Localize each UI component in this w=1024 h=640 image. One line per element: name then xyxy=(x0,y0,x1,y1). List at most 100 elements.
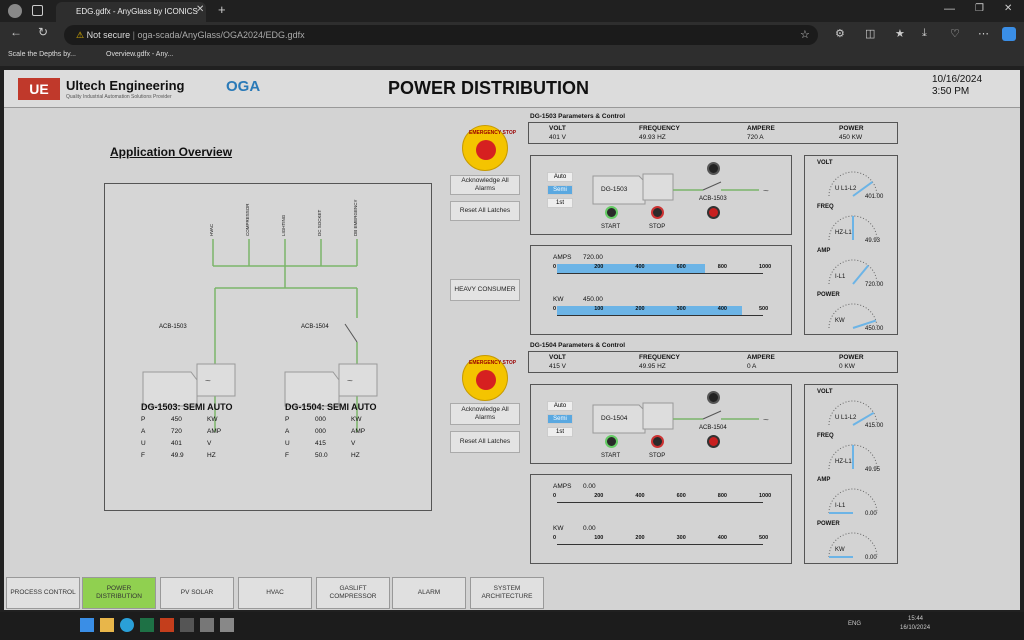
favorites-icon[interactable]: ★ xyxy=(895,27,905,40)
copilot-icon[interactable] xyxy=(1002,27,1016,41)
svg-text:~: ~ xyxy=(205,376,211,387)
param-value-ampere: 720 A xyxy=(747,134,764,141)
gauge-panel: VOLT U L1-L2 401.00 FREQ HZ-L1 49.93 AMP I-L1 72… xyxy=(804,155,898,335)
svg-text:~: ~ xyxy=(763,186,769,197)
nav-pv-solar[interactable]: PV SOLAR xyxy=(160,577,234,609)
gauge-label: U L1-L2 xyxy=(835,415,857,421)
dg1-title: DG-1503 Parameters & Control xyxy=(530,113,626,120)
menu-dots-icon[interactable]: ⋯ xyxy=(978,27,989,40)
bar-axis xyxy=(557,315,763,316)
back-icon[interactable]: ← xyxy=(10,25,22,39)
heart-icon[interactable]: ♡ xyxy=(950,27,960,40)
start-button[interactable] xyxy=(605,206,618,219)
bar-tick-label: 300 xyxy=(676,306,686,312)
reading-value: 401 xyxy=(171,440,182,447)
nav-hvac[interactable]: HVAC xyxy=(238,577,312,609)
browser-tab[interactable]: EDG.gdfx - AnyGlass by ICONICS xyxy=(56,2,206,22)
refresh-icon[interactable]: ↻ xyxy=(38,25,48,39)
bar-tick-label: 400 xyxy=(717,535,727,541)
bar-tick-label: 0 xyxy=(553,493,557,499)
favorite-star-icon[interactable]: ☆ xyxy=(800,28,810,41)
bar-tick-label: 0 xyxy=(553,535,557,541)
ack-alarms-button-2[interactable]: Acknowledge All Alarms xyxy=(450,403,520,425)
param-table: VOLT 415 V FREQUENCY 49.95 HZ AMPERE 0 A POWER… xyxy=(528,351,898,373)
taskbar-date[interactable]: 16/10/2024 xyxy=(900,625,930,631)
bar-label: AMPS xyxy=(553,254,572,261)
reset-latches-button-2[interactable]: Reset All Latches xyxy=(450,431,520,453)
breaker-status-icon xyxy=(707,162,720,175)
overview-title: Application Overview xyxy=(110,145,233,159)
reading-value: 450 xyxy=(171,416,182,423)
ultech-logo-icon: UE xyxy=(18,78,60,100)
ack-alarms-button-1[interactable]: Acknowledge All Alarms xyxy=(450,175,520,195)
gen1-status-title: DG-1503: SEMI AUTO xyxy=(141,402,233,412)
bar-tick-label: 100 xyxy=(594,306,604,312)
estop-2-icon xyxy=(476,370,496,390)
estop-1-button[interactable]: EMERGENCY STOP xyxy=(462,125,516,171)
feeder-lighting-label: LIGHTING xyxy=(281,214,286,236)
nav-system-architecture[interactable]: SYSTEM ARCHITECTURE xyxy=(470,577,544,609)
maximize-icon[interactable]: ❐ xyxy=(975,3,984,14)
param-label-power: POWER xyxy=(839,125,864,132)
stop-button[interactable] xyxy=(651,435,664,448)
language-indicator[interactable]: ENG xyxy=(848,621,861,627)
reset-latches-button-1[interactable]: Reset All Latches xyxy=(450,201,520,221)
nav-alarm[interactable]: ALARM xyxy=(392,577,466,609)
bar-tick-label: 800 xyxy=(717,264,727,270)
not-secure-label[interactable]: Not secure xyxy=(87,30,131,40)
gen2-status-title: DG-1504: SEMI AUTO xyxy=(285,402,377,412)
file-explorer-icon[interactable] xyxy=(100,618,114,632)
profile-icon[interactable] xyxy=(8,4,22,18)
nav-process-control[interactable]: PROCESS CONTROL xyxy=(6,577,80,609)
bookmark-item[interactable]: Scale the Depths by... xyxy=(8,51,76,58)
taskbar-time[interactable]: 15:44 xyxy=(908,616,923,622)
acb-toggle-button[interactable] xyxy=(707,435,720,448)
gauge-value: 49.93 xyxy=(865,238,881,244)
dg2-title: DG-1504 Parameters & Control xyxy=(530,342,626,349)
url-input[interactable]: ⚠ Not secure | oga-scada/AnyGlass/OGA202… xyxy=(64,25,818,45)
app-icon[interactable] xyxy=(220,618,234,632)
start-label: START xyxy=(601,224,621,230)
param-label-frequency: FREQUENCY xyxy=(639,354,680,361)
estop-1-label: EMERGENCY STOP xyxy=(469,130,517,136)
start-menu-icon[interactable] xyxy=(80,618,94,632)
bar-tick-label: 400 xyxy=(635,264,645,270)
param-table: VOLT 401 V FREQUENCY 49.93 HZ AMPERE 720 A POW… xyxy=(528,122,898,144)
excel-icon[interactable] xyxy=(140,618,154,632)
heavy-consumer-button[interactable]: HEAVY CONSUMER xyxy=(450,279,520,301)
download-icon[interactable]: ⤓ xyxy=(922,27,927,40)
bookmark-item[interactable]: Overview.gdfx - Any... xyxy=(106,51,173,58)
close-tab-icon[interactable]: ✕ xyxy=(196,4,204,15)
gauge-value: 0.00 xyxy=(865,555,877,561)
page-title: POWER DISTRIBUTION xyxy=(388,78,589,98)
bar-tick-label: 600 xyxy=(676,493,686,499)
reading-key: P xyxy=(285,416,290,423)
tab-actions-icon[interactable] xyxy=(32,5,43,16)
nav-gaslift-compressor[interactable]: GASLIFT COMPRESSOR xyxy=(316,577,390,609)
edge-icon[interactable] xyxy=(120,618,134,632)
extensions-icon[interactable]: ⚙ xyxy=(835,27,845,40)
genset-label: DG-1503 xyxy=(601,186,628,193)
app-icon[interactable] xyxy=(160,618,174,632)
bar-tick-label: 200 xyxy=(635,306,645,312)
close-window-icon[interactable]: ✕ xyxy=(1004,3,1012,14)
new-tab-icon[interactable]: + xyxy=(218,2,226,17)
split-screen-icon[interactable]: ◫ xyxy=(865,27,875,40)
trend-bars: AMPS 720.00 0 200 400 600 800 1000 KW 450.00 0 100 2… xyxy=(530,245,792,335)
bar-tick-label: 100 xyxy=(594,535,604,541)
acb-toggle-button[interactable] xyxy=(707,206,720,219)
minimize-icon[interactable]: — xyxy=(944,3,955,15)
stop-button[interactable] xyxy=(651,206,664,219)
terminal-icon[interactable] xyxy=(180,618,194,632)
start-button[interactable] xyxy=(605,435,618,448)
app-header: UE Ultech Engineering Quality Industrial… xyxy=(4,70,1020,108)
estop-2-button[interactable]: EMERGENCY STOP xyxy=(462,355,516,401)
oga-logo: OGA xyxy=(226,78,261,95)
nav-power-distribution[interactable]: POWER DISTRIBUTION xyxy=(82,577,156,609)
acb-1503-label: ACB-1503 xyxy=(159,324,187,330)
bar-value: 0.00 xyxy=(583,483,596,490)
gauge-label: KW xyxy=(835,547,845,553)
bar-tick-label: 800 xyxy=(717,493,727,499)
app-icon[interactable] xyxy=(200,618,214,632)
bar-tick-label: 200 xyxy=(594,264,604,270)
